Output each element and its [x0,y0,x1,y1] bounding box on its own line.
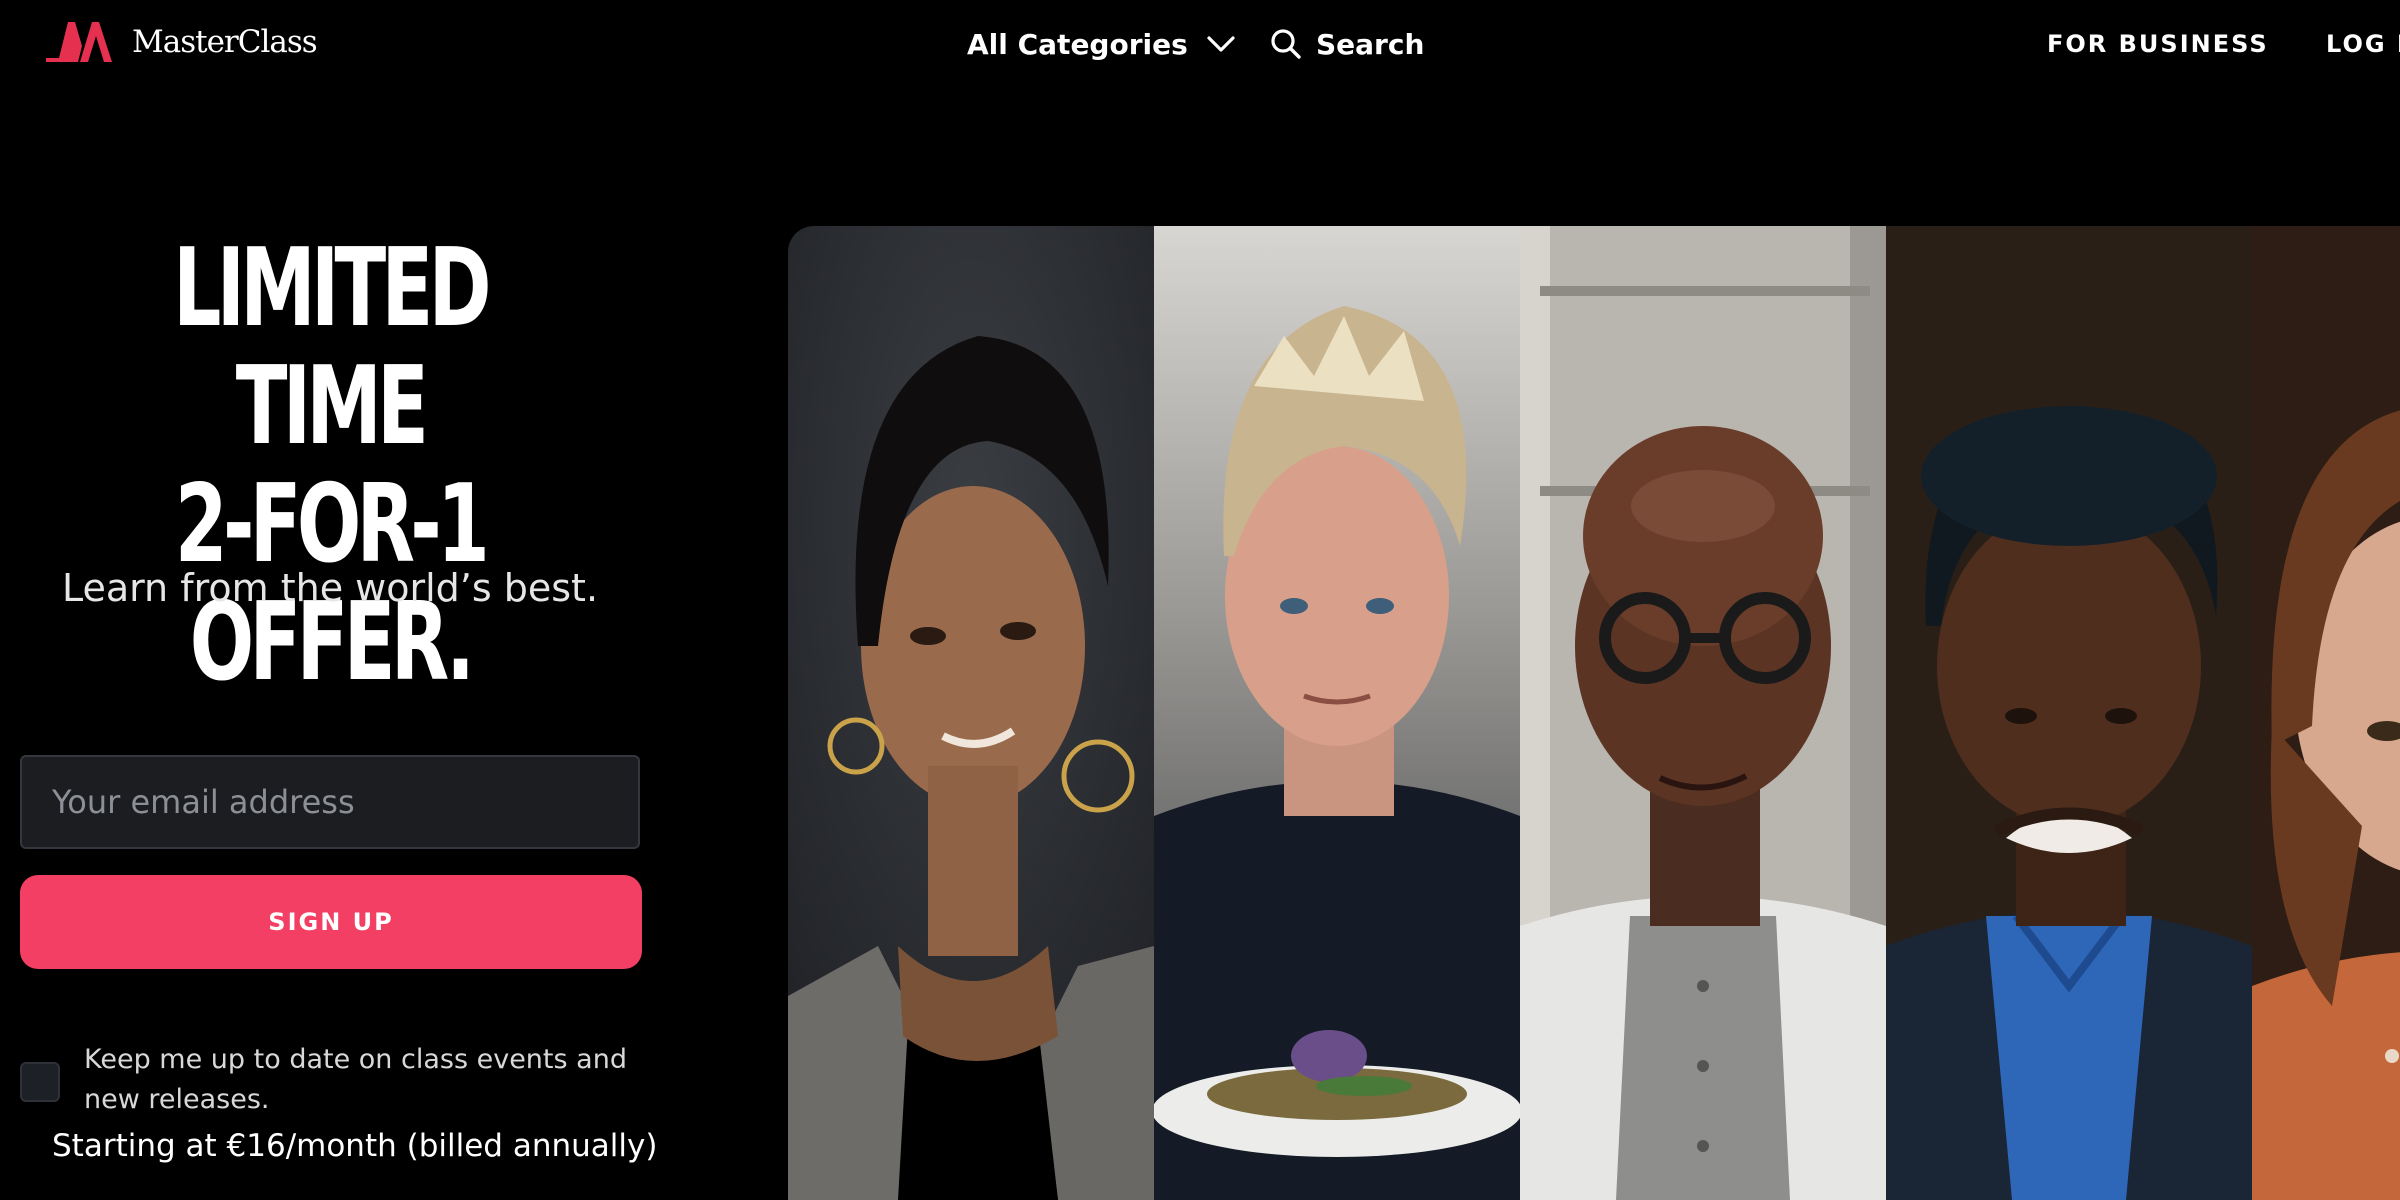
search-button[interactable]: Search [1270,24,1424,64]
newsletter-consent-label: Keep me up to date on class events and n… [84,1044,627,1115]
hero-subhead: Learn from the world’s best. [61,566,599,610]
masterclass-logo-link[interactable]: MasterClass [44,20,318,64]
masterclass-logo-icon [46,22,112,62]
newsletter-checkbox[interactable] [20,1062,60,1102]
pricing-note: Starting at €16/month (billed annually) [52,1128,658,1164]
portrait-image-4 [1886,226,2252,1200]
search-icon [1271,29,1301,59]
instructor-portrait-1[interactable] [788,226,1154,1200]
all-categories-label: All Categories [967,27,1188,61]
headline-line-1: LIMITED TIME [173,226,491,469]
log-in-link[interactable]: LOG IN [2326,26,2400,62]
portrait-image-5 [2252,226,2400,1200]
top-nav: MasterClass All Categories Search FOR BU… [0,0,2400,88]
email-field[interactable] [20,755,640,849]
instructor-portrait-3[interactable] [1520,226,1886,1200]
search-label: Search [1316,27,1425,61]
hero-headline: LIMITED TIME 2-FOR-1 OFFER. [88,230,572,702]
newsletter-consent: Keep me up to date on class events and n… [20,1040,650,1120]
instructor-portrait-5[interactable] [2252,226,2400,1200]
instructor-strip [788,226,2400,1200]
portrait-image-2 [1154,226,1520,1200]
portrait-image-3 [1520,226,1886,1200]
chevron-down-icon [1207,36,1235,52]
for-business-link[interactable]: FOR BUSINESS [2047,26,2269,62]
all-categories-button[interactable]: All Categories [967,24,1236,64]
instructor-portrait-4[interactable] [1886,226,2252,1200]
brand-wordmark: MasterClass [132,24,318,60]
instructor-portrait-2[interactable] [1154,226,1520,1200]
sign-up-button[interactable]: SIGN UP [20,875,642,969]
portrait-image-1 [788,226,1154,1200]
